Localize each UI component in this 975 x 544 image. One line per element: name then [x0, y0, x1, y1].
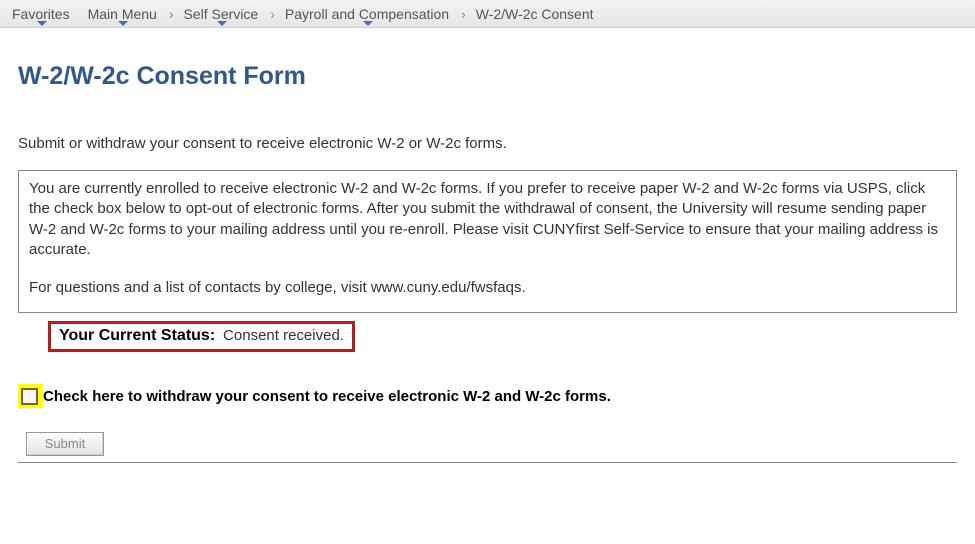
current-status-box: Your Current Status: Consent received. — [48, 321, 355, 352]
breadcrumb-separator-icon: › — [167, 6, 176, 22]
breadcrumb-separator-icon: › — [459, 6, 468, 22]
nav-main-menu[interactable]: Main Menu — [80, 0, 167, 27]
info-box: You are currently enrolled to receive el… — [18, 170, 957, 313]
nav-current[interactable]: W-2/W-2c Consent — [468, 0, 604, 27]
withdraw-consent-checkbox[interactable] — [21, 388, 38, 405]
withdraw-consent-row: Check here to withdraw your consent to r… — [18, 384, 957, 408]
nav-self-service[interactable]: Self Service — [176, 0, 269, 27]
page-title: W-2/W-2c Consent Form — [18, 62, 957, 91]
horizontal-rule — [18, 462, 957, 463]
status-label: Your Current Status: — [59, 327, 215, 344]
page-content: W-2/W-2c Consent Form Submit or withdraw… — [0, 28, 975, 463]
breadcrumb-separator-icon: › — [268, 6, 277, 22]
caret-down-icon — [37, 21, 47, 26]
caret-down-icon — [118, 21, 128, 26]
caret-down-icon — [363, 21, 373, 26]
nav-payroll[interactable]: Payroll and Compensation — [277, 0, 459, 27]
nav-payroll-label: Payroll and Compensation — [285, 6, 449, 22]
status-value: Consent received. — [219, 327, 344, 344]
nav-favorites-label: Favorites — [12, 6, 70, 22]
submit-button[interactable]: Submit — [26, 432, 104, 456]
breadcrumb-bar: Favorites Main Menu › Self Service › Pay… — [0, 0, 975, 28]
instruction-text: Submit or withdraw your consent to recei… — [18, 135, 957, 152]
info-paragraph-1: You are currently enrolled to receive el… — [29, 179, 946, 260]
nav-self-service-label: Self Service — [184, 6, 259, 22]
checkbox-highlight — [18, 384, 43, 408]
info-paragraph-2: For questions and a list of contacts by … — [29, 278, 946, 298]
nav-favorites[interactable]: Favorites — [4, 0, 80, 27]
caret-down-icon — [217, 21, 227, 26]
nav-main-menu-label: Main Menu — [88, 6, 157, 22]
withdraw-consent-label[interactable]: Check here to withdraw your consent to r… — [43, 388, 611, 405]
nav-current-label: W-2/W-2c Consent — [476, 6, 594, 22]
